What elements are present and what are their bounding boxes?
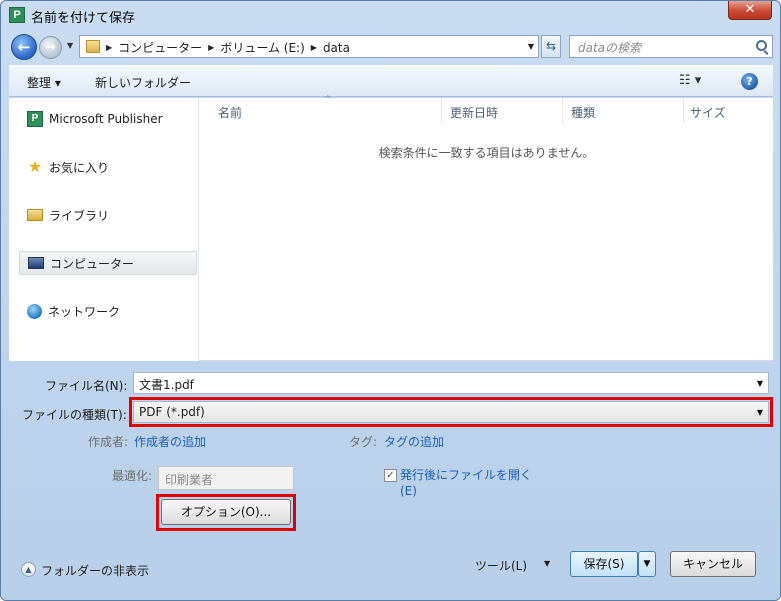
search-input[interactable]: dataの検索	[578, 39, 641, 56]
refresh-button[interactable]: ⇆	[541, 35, 561, 58]
forward-button[interactable]: →	[39, 36, 62, 59]
tag-label: タグ:	[349, 435, 378, 449]
column-header-type[interactable]: 種類	[563, 98, 684, 123]
breadcrumb-arrow-icon[interactable]: ▶	[208, 43, 214, 52]
open-after-publish-checkbox[interactable]: ✓	[384, 469, 397, 482]
save-button[interactable]: 保存(S)	[570, 551, 638, 577]
column-header-name[interactable]: ^ 名前	[200, 95, 442, 123]
library-icon	[27, 209, 43, 221]
breadcrumb: ▶ コンピューター ▶ ボリューム (E:) ▶ data	[106, 39, 350, 56]
column-header-label: 種類	[571, 106, 596, 120]
nav-item-libraries[interactable]: ライブラリ	[19, 203, 197, 227]
nav-item-label: お気に入り	[49, 160, 110, 175]
title-bar: P 名前を付けて保存 ✕	[1, 1, 780, 31]
nav-item-favorites[interactable]: ★ お気に入り	[19, 155, 197, 179]
sort-ascending-icon: ^	[324, 95, 332, 105]
filetype-label: ファイルの種類(T):	[22, 408, 127, 422]
file-list[interactable]: ^ 名前 更新日時 種類 サイズ 検索条件に一致する項目はありません。	[200, 95, 773, 361]
view-options-icon[interactable]: ☷ ▾	[679, 73, 701, 88]
help-icon[interactable]: ?	[741, 73, 758, 90]
breadcrumb-arrow-icon[interactable]: ▶	[106, 43, 112, 52]
save-as-dialog: P 名前を付けて保存 ✕ ← → ▼ ▶ コンピューター ▶ ボリューム (E:…	[0, 0, 781, 601]
column-header-label: 更新日時	[450, 106, 499, 120]
empty-result-message: 検索条件に一致する項目はありません。	[378, 146, 595, 160]
filename-dropdown-icon[interactable]: ▼	[757, 379, 763, 388]
nav-item-label: Microsoft Publisher	[49, 112, 163, 126]
nav-item-publisher[interactable]: P Microsoft Publisher	[19, 107, 197, 131]
optimize-label: 最適化:	[112, 469, 153, 483]
save-options-dropdown[interactable]: ▼	[638, 551, 656, 577]
nav-item-computer[interactable]: コンピューター	[19, 251, 197, 275]
collapse-up-icon[interactable]: ▲	[21, 562, 36, 577]
column-header-label: サイズ	[690, 106, 726, 120]
close-button[interactable]: ✕	[728, 1, 772, 20]
options-highlight-box	[156, 494, 296, 531]
optimize-field: 印刷業者	[158, 466, 294, 490]
search-icon[interactable]	[756, 40, 767, 51]
command-toolbar: 整理 ▾ 新しいフォルダー ☷ ▾ ?	[9, 65, 773, 97]
address-dropdown-icon[interactable]: ▼	[528, 42, 534, 51]
filetype-highlight-box	[129, 397, 773, 427]
breadcrumb-arrow-icon[interactable]: ▶	[311, 43, 317, 52]
tools-dropdown-icon[interactable]: ▼	[544, 559, 550, 568]
network-icon	[27, 303, 42, 319]
nav-item-label: ライブラリ	[49, 208, 110, 223]
cancel-button[interactable]: キャンセル	[670, 551, 756, 577]
new-folder-button[interactable]: 新しいフォルダー	[95, 74, 191, 91]
breadcrumb-volume[interactable]: ボリューム (E:)	[220, 39, 304, 56]
author-label: 作成者:	[88, 435, 129, 449]
column-header-label: 名前	[218, 106, 243, 120]
organize-menu-button[interactable]: 整理 ▾	[27, 74, 61, 91]
star-icon: ★	[27, 157, 43, 176]
folder-icon	[86, 40, 100, 53]
open-after-publish-label-hotkey[interactable]: (E)	[400, 484, 417, 498]
filename-field[interactable]: 文書1.pdf ▼	[133, 372, 769, 394]
back-button[interactable]: ←	[11, 34, 37, 60]
breadcrumb-computer[interactable]: コンピューター	[118, 39, 202, 56]
navigation-pane[interactable]: P Microsoft Publisher ★ お気に入り ライブラリ コンピュ…	[9, 98, 199, 361]
navigation-row: ← → ▼ ▶ コンピューター ▶ ボリューム (E:) ▶ data ▼ ⇆ …	[1, 31, 780, 63]
filename-label: ファイル名(N):	[45, 379, 128, 393]
window-title: 名前を付けて保存	[31, 11, 136, 26]
nav-item-label: ネットワーク	[48, 304, 121, 319]
publisher-app-icon: P	[9, 7, 25, 23]
address-bar[interactable]: ▶ コンピューター ▶ ボリューム (E:) ▶ data ▼	[79, 35, 539, 58]
open-after-publish-label[interactable]: 発行後にファイルを開く	[400, 466, 532, 483]
add-author-link[interactable]: 作成者の追加	[134, 433, 206, 450]
breadcrumb-data[interactable]: data	[323, 41, 350, 55]
optimize-value: 印刷業者	[165, 473, 214, 487]
browser-area: P Microsoft Publisher ★ お気に入り ライブラリ コンピュ…	[9, 95, 773, 361]
nav-item-network[interactable]: ネットワーク	[19, 299, 197, 323]
column-header-modified[interactable]: 更新日時	[442, 98, 563, 123]
recent-pages-dropdown[interactable]: ▼	[67, 41, 73, 50]
computer-icon	[28, 257, 44, 269]
nav-item-label: コンピューター	[50, 256, 135, 271]
filename-value[interactable]: 文書1.pdf	[139, 376, 194, 393]
hide-folders-button[interactable]: フォルダーの非表示	[41, 562, 149, 579]
search-box[interactable]: dataの検索	[569, 35, 773, 58]
tools-menu-button[interactable]: ツール(L)	[475, 557, 527, 574]
publisher-icon: P	[27, 111, 43, 127]
add-tag-link[interactable]: タグの追加	[384, 433, 444, 450]
column-header-size[interactable]: サイズ	[684, 98, 773, 123]
